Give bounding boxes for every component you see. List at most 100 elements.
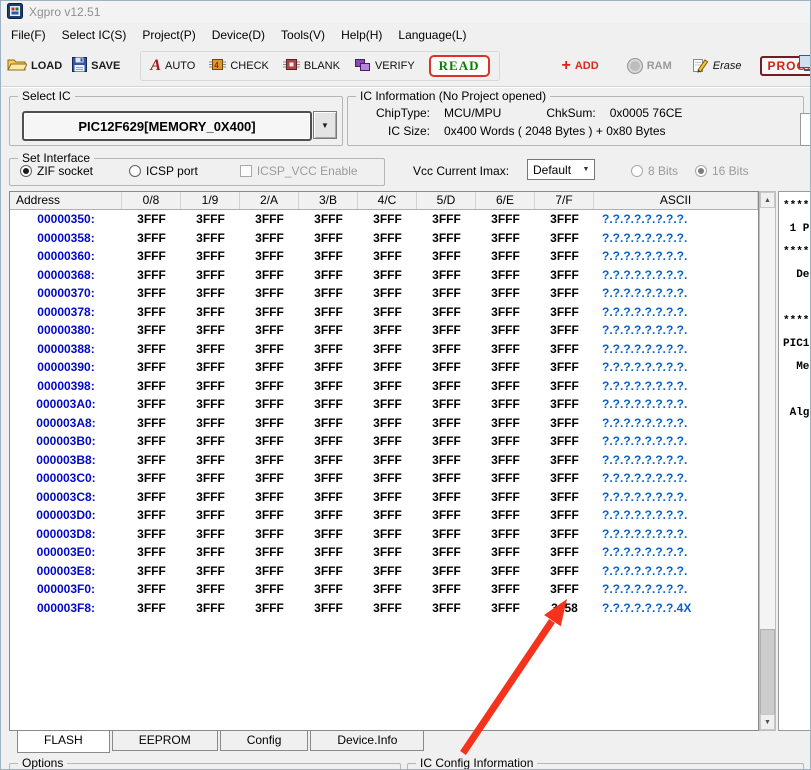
hex-cell[interactable]: 3FFF bbox=[240, 323, 299, 337]
hex-cell[interactable]: 3FFF bbox=[181, 212, 240, 226]
vcc-current-select[interactable]: Default ▼ bbox=[527, 159, 595, 180]
hex-cell[interactable]: 3FFF bbox=[476, 268, 535, 282]
hex-cell[interactable]: 3FFF bbox=[240, 564, 299, 578]
hex-cell[interactable]: 3FFF bbox=[535, 397, 594, 411]
hex-cell[interactable]: 3FFF bbox=[240, 231, 299, 245]
hex-cell[interactable]: 3FFF bbox=[476, 527, 535, 541]
hex-cell[interactable]: 3FFF bbox=[476, 564, 535, 578]
hex-cell[interactable]: 3FFF bbox=[535, 268, 594, 282]
blank-button[interactable]: BLANK bbox=[283, 58, 340, 74]
hex-cell[interactable]: 3FFF bbox=[122, 379, 181, 393]
hex-cell[interactable]: 3FFF bbox=[240, 416, 299, 430]
hex-cell[interactable]: 3FFF bbox=[299, 453, 358, 467]
hex-cell[interactable]: 3FFF bbox=[535, 564, 594, 578]
hex-cell[interactable]: 3FFF bbox=[476, 342, 535, 356]
hex-cell[interactable]: 3FFF bbox=[476, 360, 535, 374]
menu-item[interactable]: Device(D) bbox=[204, 25, 273, 45]
hex-cell[interactable]: 3FFF bbox=[535, 231, 594, 245]
ascii-cell[interactable]: ?.?.?.?.?.?.?.?. bbox=[594, 249, 758, 263]
hex-cell[interactable]: 3FFF bbox=[476, 305, 535, 319]
hex-cell[interactable]: 3FFF bbox=[358, 564, 417, 578]
hex-cell[interactable]: 3FFF bbox=[535, 305, 594, 319]
hex-cell[interactable]: 3FFF bbox=[122, 305, 181, 319]
hex-cell[interactable]: 3FFF bbox=[476, 249, 535, 263]
hex-cell[interactable]: 3FFF bbox=[122, 564, 181, 578]
hex-cell[interactable]: 3FFF bbox=[358, 231, 417, 245]
hex-cell[interactable]: 3FFF bbox=[122, 582, 181, 596]
hex-cell[interactable]: 3FFF bbox=[476, 434, 535, 448]
hex-cell[interactable]: 3FFF bbox=[122, 471, 181, 485]
hex-cell[interactable]: 3FFF bbox=[181, 379, 240, 393]
hex-cell[interactable]: 3FFF bbox=[417, 582, 476, 596]
hex-cell[interactable]: 3458 bbox=[535, 601, 594, 615]
hex-cell[interactable]: 3FFF bbox=[358, 323, 417, 337]
menu-item[interactable]: Help(H) bbox=[333, 25, 390, 45]
hex-cell[interactable]: 3FFF bbox=[358, 249, 417, 263]
hex-cell[interactable]: 3FFF bbox=[417, 268, 476, 282]
hex-cell[interactable]: 3FFF bbox=[181, 508, 240, 522]
hex-cell[interactable]: 3FFF bbox=[417, 471, 476, 485]
hex-cell[interactable]: 3FFF bbox=[299, 268, 358, 282]
hex-cell[interactable]: 3FFF bbox=[181, 453, 240, 467]
hex-cell[interactable]: 3FFF bbox=[358, 416, 417, 430]
hex-cell[interactable]: 3FFF bbox=[535, 416, 594, 430]
tab[interactable]: EEPROM bbox=[112, 731, 218, 751]
hex-cell[interactable]: 3FFF bbox=[358, 286, 417, 300]
hex-cell[interactable]: 3FFF bbox=[476, 490, 535, 504]
hex-cell[interactable]: 3FFF bbox=[535, 527, 594, 541]
hex-cell[interactable]: 3FFF bbox=[535, 360, 594, 374]
menu-item[interactable]: File(F) bbox=[3, 25, 54, 45]
scrollbar-thumb[interactable] bbox=[760, 629, 775, 715]
hex-cell[interactable]: 3FFF bbox=[535, 342, 594, 356]
hex-cell[interactable]: 3FFF bbox=[240, 360, 299, 374]
hex-cell[interactable]: 3FFF bbox=[240, 545, 299, 559]
hex-cell[interactable]: 3FFF bbox=[122, 397, 181, 411]
hex-cell[interactable]: 3FFF bbox=[181, 397, 240, 411]
hex-cell[interactable]: 3FFF bbox=[417, 342, 476, 356]
hex-cell[interactable]: 3FFF bbox=[358, 490, 417, 504]
hex-cell[interactable]: 3FFF bbox=[358, 379, 417, 393]
hex-cell[interactable]: 3FFF bbox=[240, 286, 299, 300]
hex-cell[interactable]: 3FFF bbox=[299, 397, 358, 411]
hex-cell[interactable]: 3FFF bbox=[535, 323, 594, 337]
zif-socket-radio[interactable] bbox=[20, 165, 32, 177]
menu-item[interactable]: Tools(V) bbox=[273, 25, 333, 45]
hex-cell[interactable]: 3FFF bbox=[240, 453, 299, 467]
hex-cell[interactable]: 3FFF bbox=[417, 434, 476, 448]
hex-cell[interactable]: 3FFF bbox=[240, 249, 299, 263]
hex-cell[interactable]: 3FFF bbox=[181, 268, 240, 282]
hex-cell[interactable]: 3FFF bbox=[417, 231, 476, 245]
hex-cell[interactable]: 3FFF bbox=[299, 249, 358, 263]
hex-cell[interactable]: 3FFF bbox=[122, 249, 181, 263]
hex-cell[interactable]: 3FFF bbox=[181, 434, 240, 448]
hex-cell[interactable]: 3FFF bbox=[299, 416, 358, 430]
hex-cell[interactable]: 3FFF bbox=[240, 527, 299, 541]
hex-cell[interactable]: 3FFF bbox=[535, 249, 594, 263]
hex-cell[interactable]: 3FFF bbox=[122, 453, 181, 467]
hex-cell[interactable]: 3FFF bbox=[122, 360, 181, 374]
hex-cell[interactable]: 3FFF bbox=[358, 434, 417, 448]
save-button[interactable]: SAVE bbox=[72, 57, 120, 75]
ascii-cell[interactable]: ?.?.?.?.?.?.?.?. bbox=[594, 286, 758, 300]
hex-cell[interactable]: 3FFF bbox=[535, 453, 594, 467]
hex-cell[interactable]: 3FFF bbox=[181, 471, 240, 485]
ascii-cell[interactable]: ?.?.?.?.?.?.?.?. bbox=[594, 453, 758, 467]
bits-8-radio[interactable] bbox=[631, 165, 643, 177]
device-dropdown-button[interactable]: ▼ bbox=[313, 111, 337, 139]
hex-cell[interactable]: 3FFF bbox=[240, 379, 299, 393]
hex-cell[interactable]: 3FFF bbox=[181, 527, 240, 541]
hex-cell[interactable]: 3FFF bbox=[299, 582, 358, 596]
hex-cell[interactable]: 3FFF bbox=[122, 286, 181, 300]
hex-cell[interactable]: 3FFF bbox=[240, 397, 299, 411]
ascii-cell[interactable]: ?.?.?.?.?.?.?.?. bbox=[594, 268, 758, 282]
hex-cell[interactable]: 3FFF bbox=[122, 434, 181, 448]
check-button[interactable]: 4 CHECK bbox=[209, 58, 269, 74]
hex-cell[interactable]: 3FFF bbox=[122, 527, 181, 541]
hex-cell[interactable]: 3FFF bbox=[181, 360, 240, 374]
hex-cell[interactable]: 3FFF bbox=[358, 582, 417, 596]
hex-cell[interactable]: 3FFF bbox=[417, 416, 476, 430]
hex-cell[interactable]: 3FFF bbox=[240, 582, 299, 596]
hex-cell[interactable]: 3FFF bbox=[122, 212, 181, 226]
hex-cell[interactable]: 3FFF bbox=[535, 508, 594, 522]
clipped-toolbar-icon[interactable] bbox=[799, 53, 811, 76]
